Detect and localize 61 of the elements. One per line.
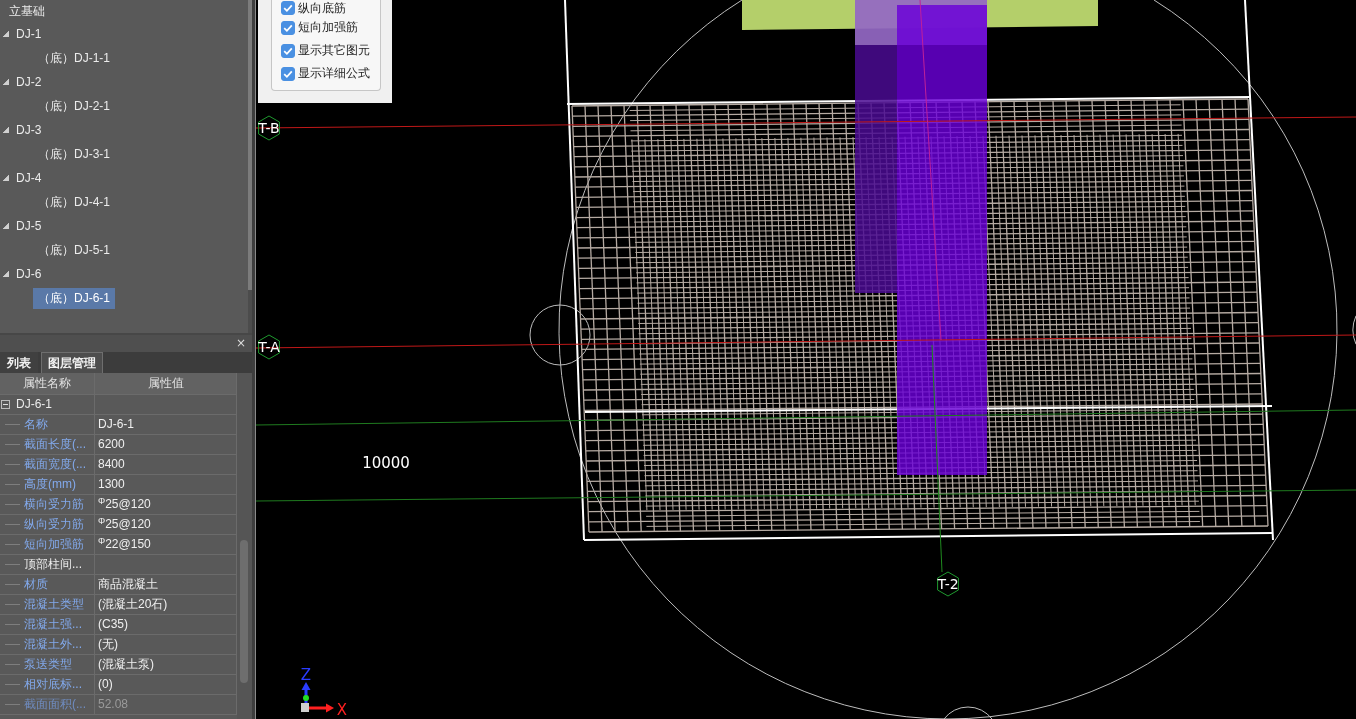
tab[interactable]: 图层管理 — [41, 352, 103, 373]
tree-item[interactable]: （底）DJ-4-1 — [33, 191, 115, 213]
property-name: 相对底标... — [0, 675, 95, 695]
tree-item[interactable]: （底）DJ-3-1 — [33, 143, 115, 165]
axis-bubble: T-B — [258, 115, 280, 141]
checkbox[interactable] — [281, 1, 295, 15]
scrollbar-thumb[interactable] — [248, 0, 252, 290]
checkbox-label: 纵向底筋 — [298, 0, 346, 17]
column-header: 属性值 — [95, 373, 237, 395]
axis-bubble: T-A — [258, 334, 280, 360]
checkbox-label: 显示详细公式 — [298, 65, 370, 82]
small-circle-outline — [1352, 315, 1356, 345]
scrollbar-thumb[interactable] — [240, 540, 248, 683]
checkbox[interactable] — [281, 20, 295, 35]
property-name: 短向加强筋 — [0, 535, 95, 555]
tree-item[interactable]: DJ-5 — [11, 215, 47, 237]
tree-item[interactable]: DJ-1 — [11, 23, 47, 45]
checkbox[interactable] — [281, 66, 295, 81]
axis-triad-icon — [301, 682, 334, 713]
small-circle-outline — [529, 304, 591, 366]
property-name: 纵向受力筋 — [0, 515, 95, 535]
property-name: 材质 — [0, 575, 95, 595]
axis-bubble: T-2 — [937, 571, 959, 597]
tree-item[interactable]: DJ-3 — [11, 119, 47, 141]
checkbox-label: 显示其它图元 — [298, 42, 370, 59]
checkbox[interactable] — [281, 43, 295, 58]
dimension-label: 10000 — [362, 454, 410, 472]
tab[interactable]: 列表 — [0, 352, 38, 373]
property-name: 截面长度(... — [0, 435, 95, 455]
property-name: 截面面积(... — [0, 695, 95, 715]
small-circle-outline — [943, 706, 993, 719]
tree-item[interactable]: （底）DJ-5-1 — [33, 239, 115, 261]
tree-item[interactable]: （底）DJ-6-1 — [33, 287, 115, 309]
column-header: 属性名称 — [0, 373, 95, 395]
tree-item[interactable]: 立基础 — [4, 0, 50, 22]
expand-triangle-icon[interactable] — [3, 31, 9, 37]
tree-item[interactable]: DJ-4 — [11, 167, 47, 189]
axis-letter: Z — [300, 666, 312, 684]
tree-item[interactable]: （底）DJ-2-1 — [33, 95, 115, 117]
axis-letter: X — [336, 701, 348, 719]
property-name: 混凝土类型 — [0, 595, 95, 615]
property-name: 混凝土外... — [0, 635, 95, 655]
property-name: 高度(mm) — [0, 475, 95, 495]
property-name: 泵送类型 — [0, 655, 95, 675]
close-button[interactable]: × — [232, 336, 249, 351]
expand-triangle-icon[interactable] — [3, 223, 9, 229]
tree-item[interactable]: DJ-6 — [11, 263, 47, 285]
tree-item[interactable]: DJ-2 — [11, 71, 47, 93]
expand-triangle-icon[interactable] — [3, 175, 9, 181]
property-name: 顶部柱间... — [0, 555, 95, 575]
property-name: 名称 — [0, 415, 95, 435]
property-name: 混凝土强... — [0, 615, 95, 635]
expand-triangle-icon[interactable] — [3, 127, 9, 133]
expand-triangle-icon[interactable] — [3, 79, 9, 85]
group-label: DJ-6-1 — [16, 396, 52, 413]
property-name: 横向受力筋 — [0, 495, 95, 515]
checkbox-label: 短向加强筋 — [298, 19, 358, 36]
collapse-icon[interactable] — [1, 400, 10, 409]
tree-item[interactable]: （底）DJ-1-1 — [33, 47, 115, 69]
property-name: 截面宽度(... — [0, 455, 95, 475]
expand-triangle-icon[interactable] — [3, 271, 9, 277]
